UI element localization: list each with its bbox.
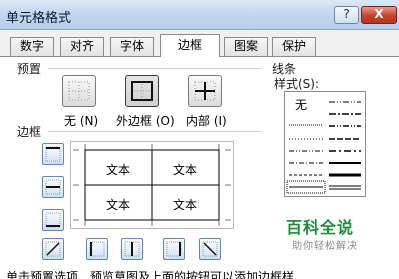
preset-inside-button[interactable] [188, 75, 222, 107]
watermark-subtitle: 助你轻松解决 [292, 241, 358, 252]
tab-pattern[interactable]: 图案 [224, 37, 268, 56]
top-border-button[interactable] [42, 143, 64, 165]
middle-vertical-border-button[interactable] [121, 238, 143, 260]
preview-cell-text: 文本 [172, 198, 197, 212]
bottom-border-icon [45, 212, 61, 228]
preset-none-button[interactable] [62, 75, 96, 107]
left-border-icon [89, 241, 105, 257]
right-border-icon [166, 241, 182, 257]
diagonal-up-border-icon [45, 241, 61, 257]
tab-protection[interactable]: 保护 [272, 37, 316, 56]
window-title: 单元格格式 [6, 11, 72, 26]
diagonal-down-border-button[interactable] [199, 238, 221, 260]
border-separator [48, 131, 262, 132]
close-button[interactable]: X [361, 6, 397, 24]
line-style-label: 样式(S): [274, 77, 320, 91]
border-preview[interactable]: 文本 文本 文本 文本 [70, 141, 234, 229]
preset-outline-button[interactable] [125, 75, 159, 107]
preview-cell-text: 文本 [172, 163, 197, 177]
tab-alignment[interactable]: 对齐 [60, 37, 104, 56]
no-border-icon [68, 81, 90, 101]
diagonal-down-border-icon [202, 241, 218, 257]
left-border-button[interactable] [86, 238, 108, 260]
top-border-icon [45, 146, 61, 162]
help-button[interactable]: ? [334, 6, 359, 24]
preview-cell-text: 文本 [105, 163, 130, 177]
preset-group-label: 预置 [17, 62, 42, 76]
middle-horizontal-border-icon [45, 179, 61, 195]
preset-none-label: 无 (N) [64, 114, 99, 128]
preset-outline-label: 外边框 (O) [116, 114, 175, 128]
footer-note: 单击预置选项、预览草图及上面的按钮可以添加边框样 [6, 270, 295, 279]
inside-border-icon [194, 81, 216, 101]
preset-separator [48, 68, 262, 69]
border-group-label: 边框 [17, 125, 42, 139]
preview-grid [73, 144, 231, 226]
bottom-border-button[interactable] [42, 209, 64, 231]
line-style-list[interactable]: 无 [284, 91, 366, 197]
tab-number[interactable]: 数字 [10, 37, 54, 56]
diagonal-up-border-button[interactable] [42, 238, 64, 260]
tab-border[interactable]: 边框 [160, 34, 220, 57]
watermark-title: 百科全说 [286, 218, 355, 237]
preset-inside-label: 内部 (I) [186, 114, 227, 128]
line-style-samples [286, 101, 361, 194]
title-bar: 单元格格式 ? X [0, 0, 399, 30]
tab-font[interactable]: 字体 [110, 37, 154, 56]
middle-horizontal-border-button[interactable] [42, 176, 64, 198]
preview-cell-text: 文本 [105, 198, 130, 212]
right-border-button[interactable] [163, 238, 185, 260]
outline-border-icon [131, 81, 153, 101]
middle-vertical-border-icon [124, 241, 140, 257]
